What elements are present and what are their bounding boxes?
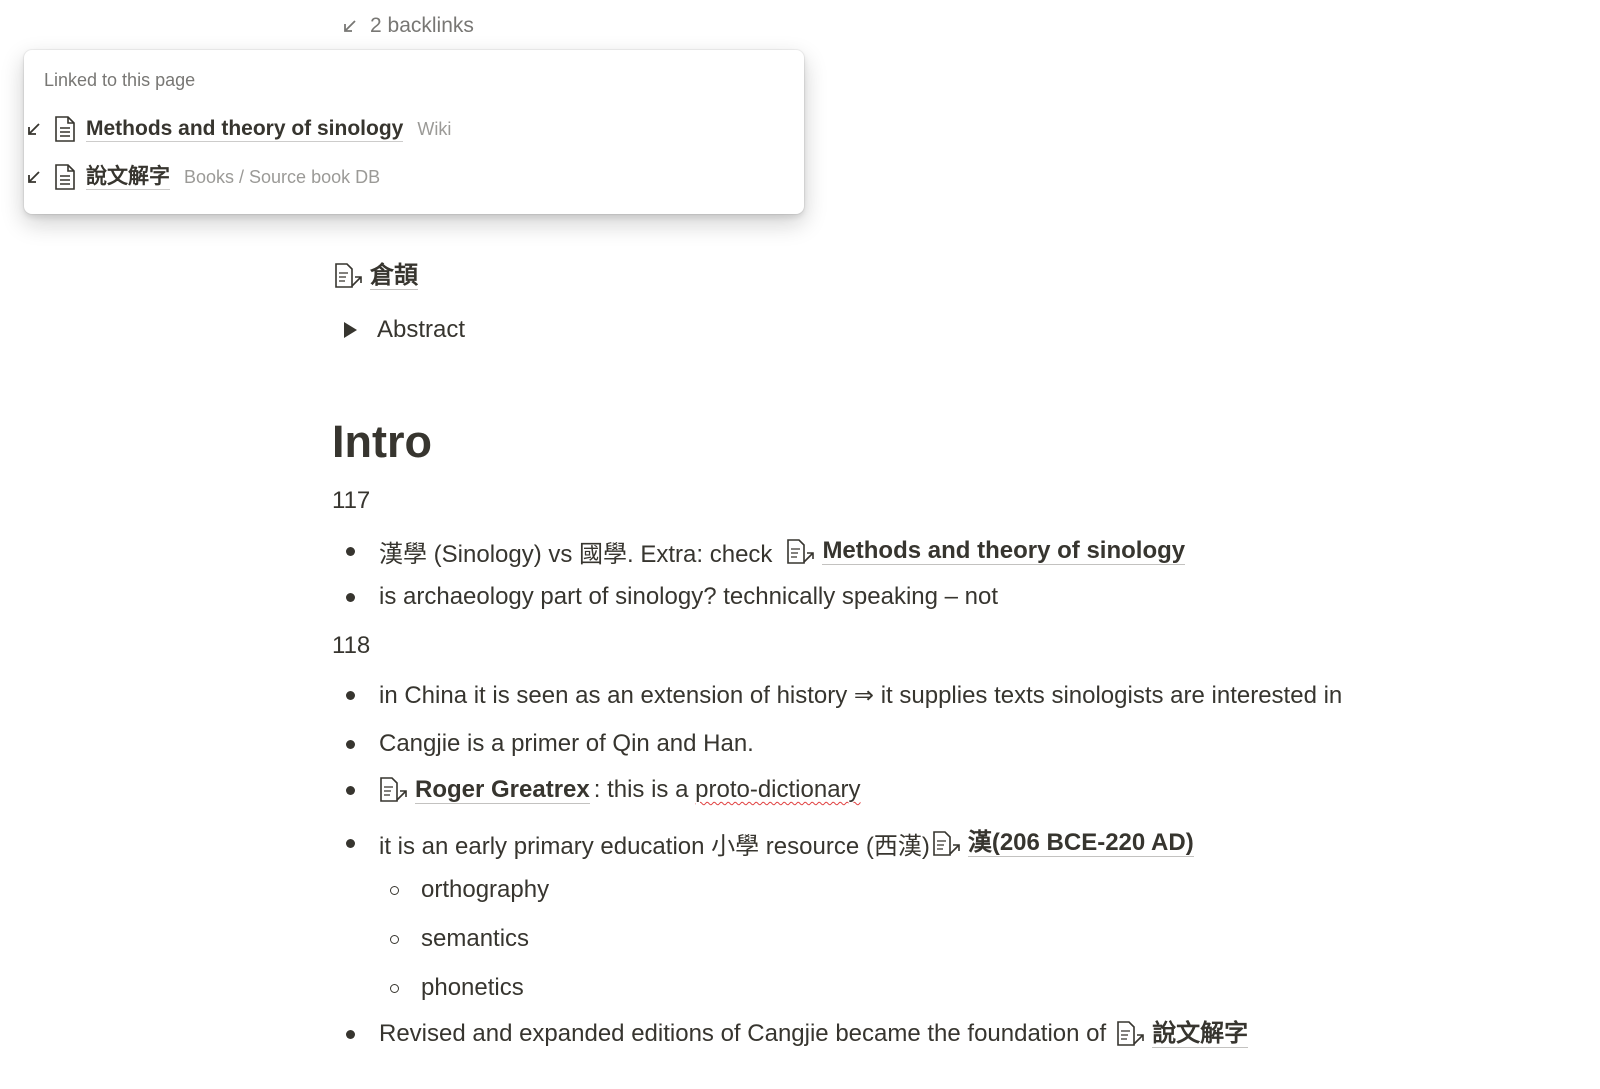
backlink-path: Books / Source book DB bbox=[184, 166, 381, 187]
mention-link-text: Roger Greatrex bbox=[415, 775, 590, 804]
bullet-text: semantics bbox=[421, 925, 530, 952]
page-icon bbox=[55, 116, 75, 142]
mention-link-text: 說文解字 bbox=[1152, 1019, 1249, 1048]
bullet-text: orthography bbox=[421, 876, 550, 903]
bullet-dot bbox=[346, 839, 355, 848]
mention-roger-greatrex[interactable]: Roger Greatrex bbox=[379, 776, 590, 804]
bullet-text: : this is a bbox=[593, 776, 696, 803]
mention-link-text: 倉頡 bbox=[370, 261, 418, 290]
page-icon bbox=[55, 164, 75, 190]
bullet-ring bbox=[390, 983, 399, 993]
list-item: phonetics bbox=[390, 974, 524, 1002]
list-item: Revised and expanded editions of Cangjie… bbox=[346, 1020, 1252, 1048]
list-item: Cangjie is a primer of Qin and Han. bbox=[346, 730, 754, 758]
spellcheck-word[interactable]: proto-dictionary bbox=[695, 776, 860, 804]
backlink-name: Methods and theory of sinology bbox=[86, 116, 404, 142]
backlink-arrow-icon bbox=[28, 123, 40, 135]
page-link-icon bbox=[787, 538, 815, 564]
backlink-name: 說文解字 bbox=[86, 164, 170, 190]
page-link-icon bbox=[380, 777, 407, 802]
backlink-arrow-icon bbox=[344, 20, 356, 32]
mention-methods[interactable]: Methods and theory of sinology bbox=[786, 537, 1186, 566]
list-item: in China it is seen as an extension of h… bbox=[346, 681, 1342, 710]
list-item: semantics bbox=[390, 925, 529, 953]
bullet-text: 漢學 (Sinology) vs 國學. Extra: check bbox=[379, 541, 773, 568]
toggle-label: Abstract bbox=[377, 316, 466, 343]
bullet-dot bbox=[346, 739, 355, 749]
mention-link-text: 漢(206 BCE-220 AD) bbox=[967, 829, 1194, 857]
toggle-triangle-icon[interactable] bbox=[344, 322, 357, 338]
bullet-text: it is an early primary education 小學 reso… bbox=[379, 833, 930, 860]
bullet-text: Cangjie is a primer of Qin and Han. bbox=[379, 730, 754, 757]
page-link-icon bbox=[933, 830, 960, 856]
toggle-abstract[interactable]: Abstract bbox=[334, 316, 465, 344]
page-number-118: 118 bbox=[332, 632, 371, 659]
mention-han-dynasty[interactable]: 漢(206 BCE-220 AD) bbox=[932, 830, 1194, 858]
backlink-item-shuowen[interactable]: 說文解字 Books / Source book DB bbox=[24, 160, 380, 194]
list-item: is archaeology part of sinology? technic… bbox=[346, 583, 998, 611]
bullet-dot bbox=[346, 547, 355, 556]
page-link-icon bbox=[1117, 1021, 1144, 1046]
mention-link-text: Methods and theory of sinology bbox=[822, 537, 1186, 565]
bullet-dot bbox=[346, 785, 355, 795]
page-link-icon bbox=[335, 263, 362, 288]
bullet-dot bbox=[346, 691, 355, 700]
notion-page: 2 backlinks Linked to this page Methods … bbox=[0, 0, 1600, 1089]
backlink-arrow-icon bbox=[28, 171, 40, 183]
bullet-text: is archaeology part of sinology? technic… bbox=[379, 583, 999, 610]
bullet-text: Revised and expanded editions of Cangjie… bbox=[379, 1020, 1107, 1047]
backlinks-label: 2 backlinks bbox=[370, 14, 474, 37]
list-item: it is an early primary education 小學 reso… bbox=[346, 826, 1198, 861]
popup-title: Linked to this page bbox=[44, 70, 196, 90]
mention-block-cangjie[interactable]: 倉頡 bbox=[334, 262, 418, 290]
list-item: 漢學 (Sinology) vs 國學. Extra: check Method… bbox=[346, 534, 1189, 569]
bullet-dot bbox=[346, 1029, 355, 1039]
section-heading: Intro bbox=[332, 416, 432, 467]
list-item: Roger Greatrex : this is a proto-diction… bbox=[346, 776, 861, 804]
bullet-dot bbox=[346, 592, 355, 602]
page-number-117: 117 bbox=[332, 487, 371, 514]
backlink-item-methods[interactable]: Methods and theory of sinology Wiki bbox=[24, 112, 451, 146]
bullet-ring bbox=[390, 934, 399, 944]
bullet-ring bbox=[390, 885, 399, 895]
list-item: orthography bbox=[390, 876, 549, 904]
bullet-text: phonetics bbox=[421, 974, 524, 1001]
backlink-path: Wiki bbox=[417, 118, 452, 139]
bullet-text: in China it is seen as an extension of h… bbox=[379, 682, 1343, 709]
mention-shuowen[interactable]: 說文解字 bbox=[1116, 1019, 1249, 1048]
backlinks-button[interactable]: 2 backlinks bbox=[340, 14, 474, 38]
